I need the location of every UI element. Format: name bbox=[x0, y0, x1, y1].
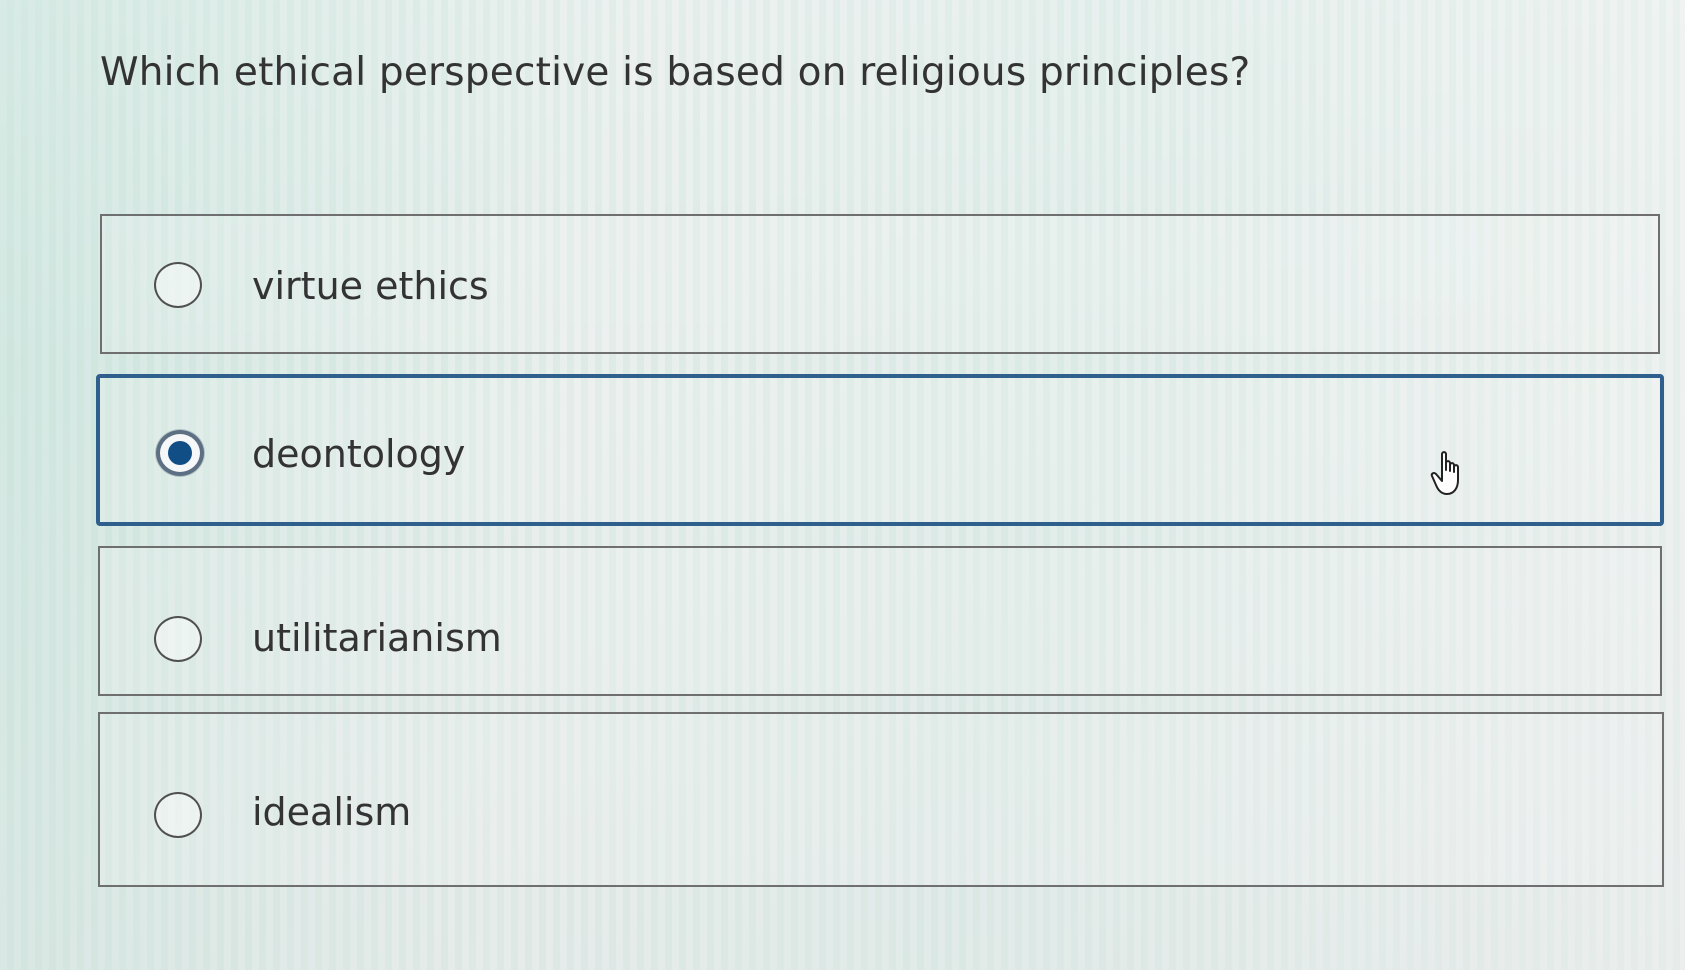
option-deontology[interactable]: deontology bbox=[96, 374, 1664, 526]
option-utilitarianism[interactable]: utilitarianism bbox=[98, 546, 1662, 696]
radio-button-unchecked[interactable] bbox=[154, 616, 202, 662]
option-virtue-ethics[interactable]: virtue ethics bbox=[100, 214, 1660, 354]
option-label: virtue ethics bbox=[252, 264, 489, 308]
option-idealism[interactable]: idealism bbox=[98, 712, 1664, 887]
question-text: Which ethical perspective is based on re… bbox=[100, 50, 1251, 95]
radio-button-unchecked[interactable] bbox=[154, 262, 202, 308]
option-label: idealism bbox=[252, 790, 412, 834]
option-label: utilitarianism bbox=[252, 616, 502, 660]
radio-button-unchecked[interactable] bbox=[154, 792, 202, 838]
hand-pointer-icon bbox=[1430, 451, 1459, 495]
option-label: deontology bbox=[252, 432, 466, 476]
radio-button-checked[interactable] bbox=[156, 430, 204, 476]
